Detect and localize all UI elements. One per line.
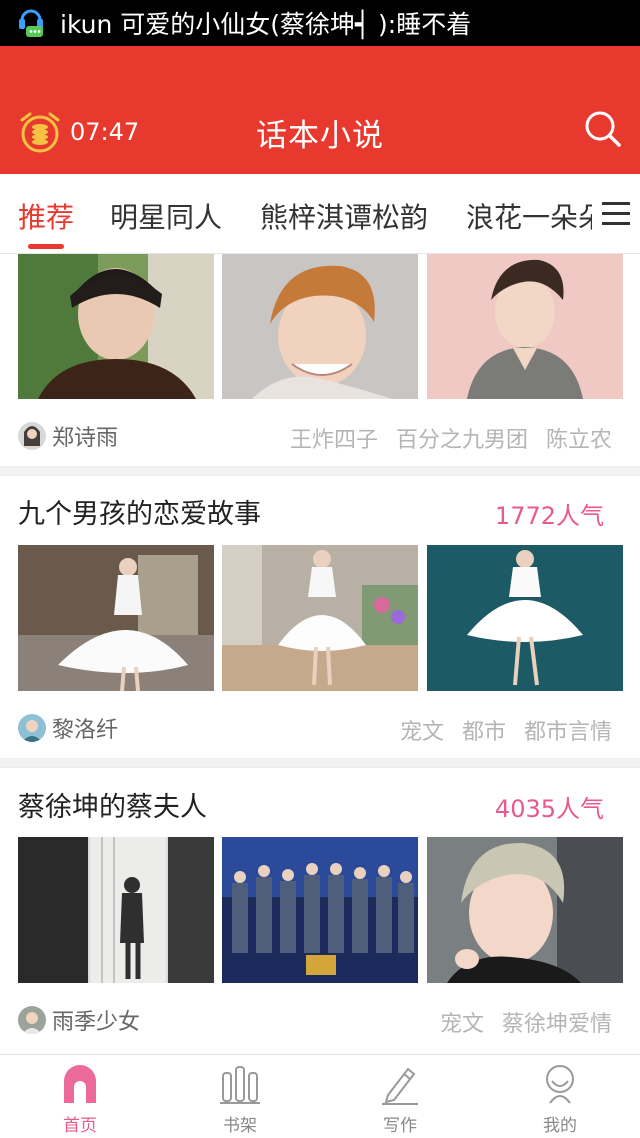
notification-text: ikun 可爱的小仙女(蔡徐坤┥ ):睡不着 — [60, 10, 472, 39]
author-info[interactable]: 郑诗雨 — [18, 420, 118, 452]
tag-list: 宠文 都市 都市言情 — [382, 714, 612, 746]
tag[interactable]: 宠文 — [400, 714, 444, 746]
bottom-navigation: 首页 书架 写作 我的 — [0, 1054, 640, 1138]
cover-image[interactable] — [222, 837, 418, 983]
search-icon[interactable] — [582, 108, 624, 150]
pencil-icon — [380, 1061, 420, 1105]
avatar — [18, 714, 46, 742]
author-info[interactable]: 黎洛纤 — [18, 712, 118, 744]
tag[interactable]: 百分之九男团 — [396, 422, 528, 454]
author-name: 黎洛纤 — [52, 718, 119, 743]
app-header: 07:47 话本小说 — [0, 46, 640, 174]
notification-bar[interactable]: ikun 可爱的小仙女(蔡徐坤┥ ):睡不着 — [0, 0, 640, 46]
cover-image[interactable] — [18, 545, 214, 691]
tab-xiong-tan[interactable]: 熊梓淇谭松韵 — [260, 196, 428, 236]
nav-write-label: 写作 — [383, 1116, 417, 1136]
menu-icon[interactable] — [592, 174, 640, 253]
tab-langhua[interactable]: 浪花一朵朵 — [466, 196, 606, 236]
section-divider — [0, 758, 640, 768]
nav-profile-label: 我的 — [543, 1116, 577, 1136]
section-divider — [0, 466, 640, 476]
story-title[interactable]: 蔡徐坤的蔡夫人 — [18, 785, 207, 824]
cover-image[interactable] — [18, 254, 214, 399]
tab-recommend[interactable]: 推荐 — [18, 196, 74, 236]
tag[interactable]: 陈立农 — [546, 422, 612, 454]
active-tab-indicator — [28, 244, 64, 249]
category-tabs: 推荐 明星同人 熊梓淇谭松韵 浪花一朵朵 — [0, 174, 640, 254]
tag[interactable]: 都市言情 — [524, 714, 612, 746]
nav-bookshelf[interactable]: 书架 — [200, 1061, 280, 1137]
chat-bubble-icon — [16, 6, 46, 40]
home-icon — [60, 1061, 100, 1105]
story-title[interactable]: 九个男孩的恋爱故事 — [18, 492, 261, 531]
cover-image[interactable] — [222, 254, 418, 399]
cover-image[interactable] — [427, 837, 623, 983]
tag[interactable]: 宠文 — [440, 1006, 484, 1038]
cover-image[interactable] — [427, 254, 623, 399]
profile-icon — [540, 1061, 580, 1105]
author-name: 雨季少女 — [52, 1010, 141, 1035]
nav-write[interactable]: 写作 — [360, 1061, 440, 1137]
tag[interactable]: 王炸四子 — [290, 422, 378, 454]
cover-image[interactable] — [18, 837, 214, 983]
nav-bookshelf-label: 书架 — [223, 1116, 257, 1136]
avatar — [18, 1006, 46, 1034]
tag-list: 王炸四子 百分之九男团 陈立农 — [272, 422, 612, 454]
cover-image[interactable] — [427, 545, 623, 691]
popularity-count: 1772人气 — [494, 502, 604, 530]
bookshelf-icon — [220, 1061, 260, 1105]
tag[interactable]: 蔡徐坤爱情 — [502, 1006, 612, 1038]
cover-image[interactable] — [222, 545, 418, 691]
nav-home[interactable]: 首页 — [40, 1061, 120, 1137]
nav-home-label: 首页 — [63, 1116, 97, 1136]
author-name: 郑诗雨 — [52, 426, 119, 451]
tab-star-fanfic[interactable]: 明星同人 — [110, 196, 222, 236]
author-info[interactable]: 雨季少女 — [18, 1004, 140, 1036]
app-title: 话本小说 — [256, 118, 384, 154]
avatar — [18, 422, 46, 450]
tag[interactable]: 都市 — [462, 714, 506, 746]
tag-list: 宠文 蔡徐坤爱情 — [422, 1006, 612, 1038]
popularity-count: 4035人气 — [494, 795, 604, 823]
nav-profile[interactable]: 我的 — [520, 1061, 600, 1137]
